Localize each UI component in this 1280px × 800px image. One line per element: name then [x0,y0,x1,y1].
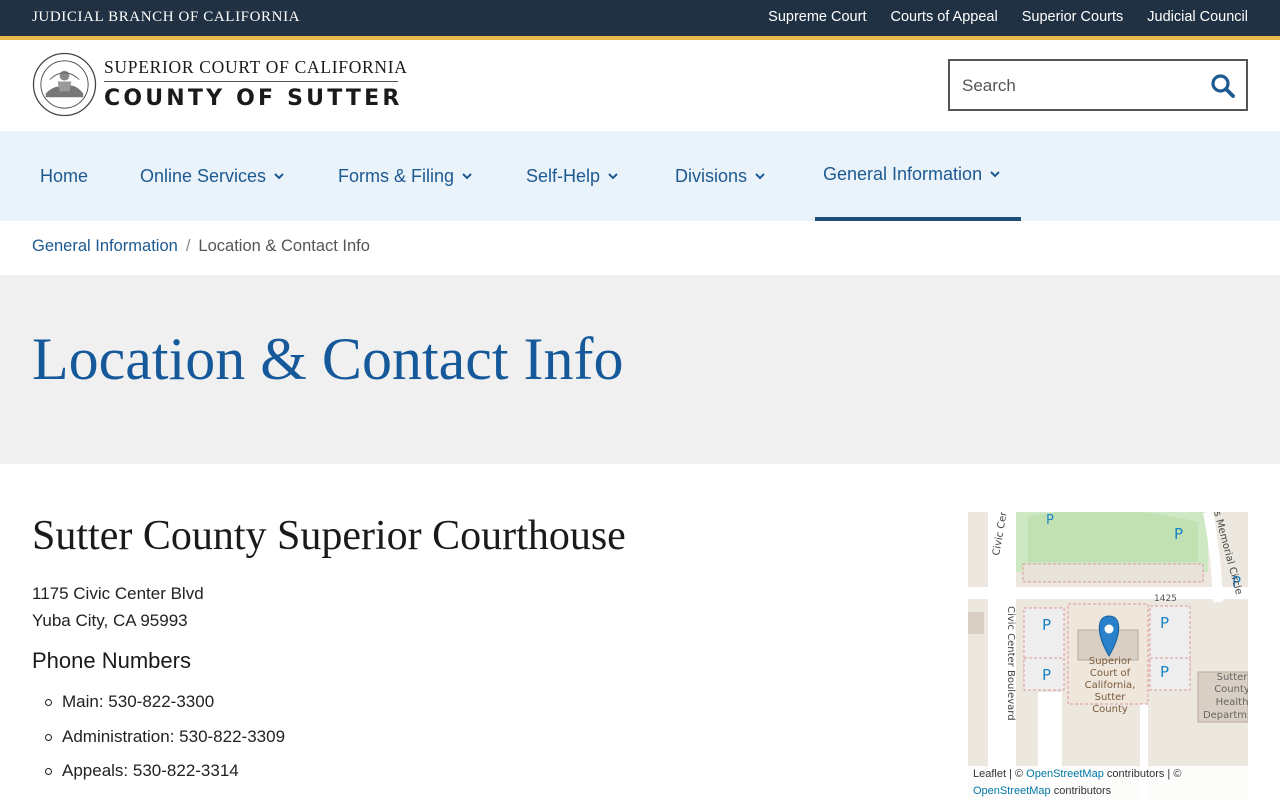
site-header: SUPERIOR COURT OF CALIFORNIA COUNTY OF S… [0,40,1280,131]
judicial-branch-bar: JUDICIAL BRANCH OF CALIFORNIA Supreme Co… [0,0,1280,40]
court-map-label-4: Sutter [1095,692,1127,703]
supreme-court-link[interactable]: Supreme Court [768,9,866,25]
branch-links: Supreme Court Courts of Appeal Superior … [768,9,1248,25]
nav-divisions-label: Divisions [675,165,748,186]
main-nav: Home Online Services Forms & Filing Self… [0,131,1280,221]
chevron-down-icon [274,173,284,180]
health-label-3: Health [1216,697,1248,708]
chevron-down-icon [755,173,765,180]
judicial-council-link[interactable]: Judicial Council [1147,9,1248,25]
nav-general-information-label: General Information [823,163,983,184]
phone-numbers-heading[interactable]: Phone Numbers [32,648,191,674]
header-divider [104,81,398,82]
courthouse-address: 1175 Civic Center Blvd Yuba City, CA 959… [32,580,204,634]
parking-marker: P [1174,525,1183,543]
search-input[interactable] [962,73,1202,99]
parking-marker: P [1042,666,1051,684]
parking-marker: P [1042,616,1051,634]
map-attribution: Leaflet | © OpenStreetMap contributors |… [968,766,1248,800]
phone-list: Main: 530-822-3300 Administration: 530-8… [44,689,285,793]
nav-self-help-label: Self-Help [526,165,601,186]
address-line2[interactable]: Yuba City, CA 95993 [32,607,204,634]
search-box [948,59,1248,111]
breadcrumb: General Information / Location & Contact… [32,237,370,256]
court-name-line2[interactable]: COUNTY OF SUTTER [104,86,403,111]
breadcrumb-current[interactable]: Location & Contact Info [198,237,370,256]
parking-marker: P [1160,663,1169,681]
health-label-4: Departm [1203,710,1247,721]
osm-link-2[interactable]: OpenStreetMap [973,785,1051,797]
phone-appeals[interactable]: Appeals: 530-822-3314 [44,758,285,793]
phone-main[interactable]: Main: 530-822-3300 [44,689,285,724]
chevron-down-icon [462,173,472,180]
nav-divisions[interactable]: Divisions [675,131,765,221]
nav-online-services[interactable]: Online Services [140,131,284,221]
osm-link-1[interactable]: OpenStreetMap [1026,768,1104,780]
breadcrumb-separator: / [185,237,191,255]
nav-self-help[interactable]: Self-Help [526,131,618,221]
address-number-label: 1425 [1154,594,1177,604]
nav-home[interactable]: Home [40,131,88,221]
page-title[interactable]: Location & Contact Info [32,325,624,394]
court-map-label-1: Superior [1089,656,1132,667]
parking-marker: P [1160,614,1169,632]
nav-forms-filing-label: Forms & Filing [338,165,455,186]
street-label-civic-center-boulevard: Civic Center Boulevard [1005,606,1016,721]
nav-general-information[interactable]: General Information [815,131,1021,221]
chevron-down-icon [990,171,1000,178]
court-map-label-5: County [1092,704,1128,715]
phone-administration[interactable]: Administration: 530-822-3309 [44,724,285,759]
courthouse-heading[interactable]: Sutter County Superior Courthouse [32,512,626,560]
judicial-branch-title[interactable]: JUDICIAL BRANCH OF CALIFORNIA [32,9,300,26]
chevron-down-icon [608,173,618,180]
nav-online-services-label: Online Services [140,165,267,186]
court-seal-icon[interactable] [32,52,97,117]
location-map[interactable]: P P P P P P P Civic Center Boulevard Civ… [968,512,1248,800]
nav-home-label: Home [40,165,89,186]
parking-marker: P [1046,513,1054,528]
nav-forms-filing[interactable]: Forms & Filing [338,131,472,221]
court-map-label-2: Court of [1090,668,1131,679]
page-hero: Location & Contact Info [0,275,1280,464]
leaflet-link[interactable]: Leaflet [973,768,1006,780]
map-tiles: P P P P P P P Civic Center Boulevard Civ… [968,512,1248,800]
health-label-2: County [1214,684,1248,695]
health-label-1: Sutter [1217,672,1248,683]
search-icon[interactable] [1210,73,1236,99]
breadcrumb-general-information[interactable]: General Information [32,237,178,256]
court-name-line1[interactable]: SUPERIOR COURT OF CALIFORNIA [104,57,408,78]
courts-of-appeal-link[interactable]: Courts of Appeal [890,9,997,25]
address-line1[interactable]: 1175 Civic Center Blvd [32,580,204,607]
court-map-label-3: California, [1085,680,1136,691]
superior-courts-link[interactable]: Superior Courts [1022,9,1124,25]
